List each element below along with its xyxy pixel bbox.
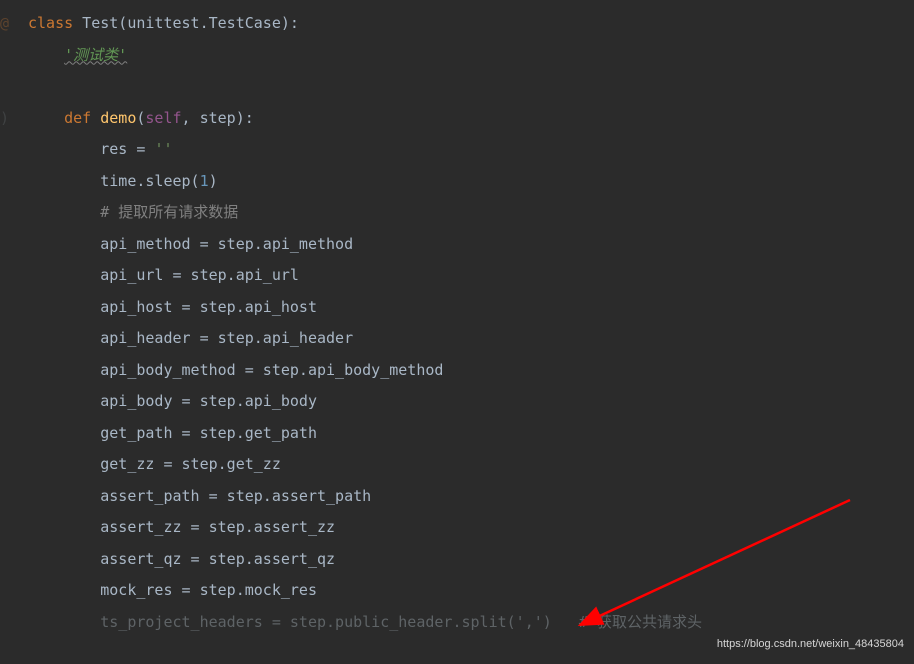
code-line-assign[interactable]: api_body_method = step.api_body_method (28, 355, 914, 387)
code-line-def[interactable]: ) def demo(self, step): (28, 103, 914, 135)
code-line-res[interactable]: res = '' (28, 134, 914, 166)
code-line-assign[interactable]: api_body = step.api_body (28, 386, 914, 418)
code-line-assign[interactable]: api_method = step.api_method (28, 229, 914, 261)
number-literal: 1 (200, 172, 209, 190)
code-line-docstring[interactable]: '测试类' (28, 40, 914, 72)
code-line-assign[interactable]: assert_qz = step.assert_qz (28, 544, 914, 576)
string-empty: '' (154, 140, 172, 158)
keyword-def: def (64, 109, 91, 127)
code-line-assign[interactable]: get_path = step.get_path (28, 418, 914, 450)
code-line-assign[interactable]: api_url = step.api_url (28, 260, 914, 292)
code-line-sleep[interactable]: time.sleep(1) (28, 166, 914, 198)
code-line-comment[interactable]: # 提取所有请求数据 (28, 197, 914, 229)
code-line-assign[interactable]: mock_res = step.mock_res (28, 575, 914, 607)
keyword-class: class (28, 14, 73, 32)
function-name: demo (100, 109, 136, 127)
gutter-icon: @ (0, 8, 9, 40)
watermark-text: https://blog.csdn.net/weixin_48435804 (717, 633, 904, 656)
gutter-icon: ) (0, 103, 9, 135)
self-param: self (145, 109, 181, 127)
code-line-assign[interactable]: assert_path = step.assert_path (28, 481, 914, 513)
code-line-assign[interactable]: assert_zz = step.assert_zz (28, 512, 914, 544)
docstring: '测试类' (64, 46, 127, 64)
code-line-class-def[interactable]: @class Test(unittest.TestCase): (28, 8, 914, 40)
code-line-assign[interactable]: get_zz = step.get_zz (28, 449, 914, 481)
code-line-assign[interactable]: api_host = step.api_host (28, 292, 914, 324)
code-line-blank[interactable] (28, 71, 914, 103)
class-name: Test(unittest.TestCase): (73, 14, 299, 32)
comment: # 提取所有请求数据 (100, 203, 238, 221)
code-line-assign[interactable]: api_header = step.api_header (28, 323, 914, 355)
